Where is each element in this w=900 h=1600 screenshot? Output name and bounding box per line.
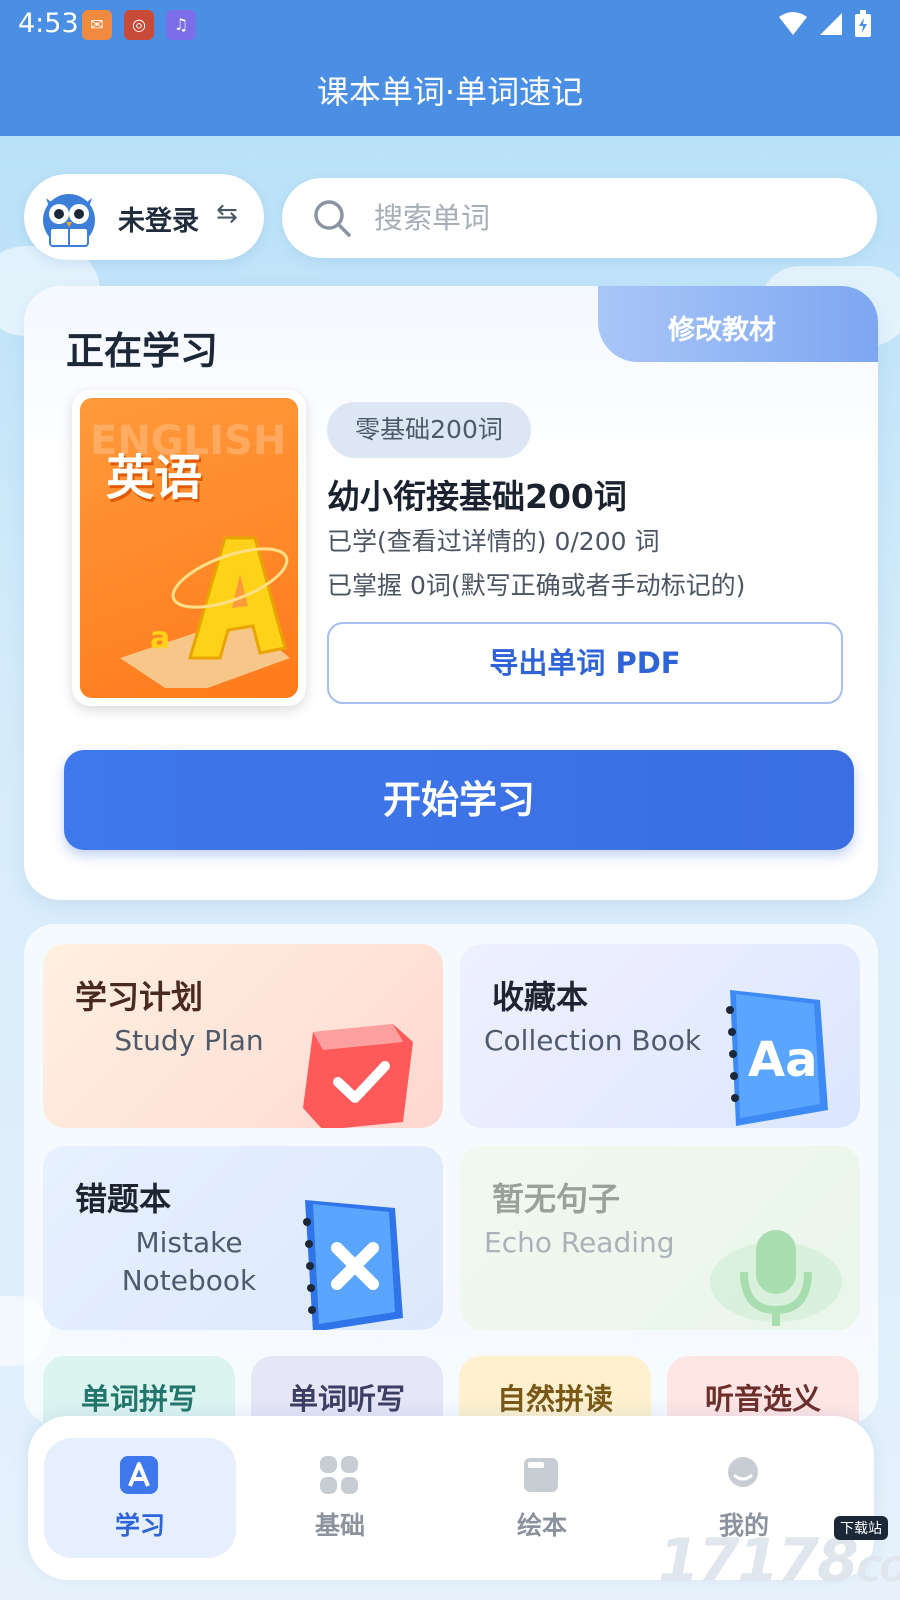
login-status-label: 未登录 <box>118 206 199 237</box>
microphone-icon <box>710 1230 842 1326</box>
status-bar: 4:53 ✉ ◎ ♫ <box>0 0 900 48</box>
profile-icon <box>728 1457 758 1487</box>
svg-text:Aa: Aa <box>748 1032 818 1088</box>
a-letter-icon <box>120 1456 158 1494</box>
battery-icon <box>855 10 871 37</box>
system-status-icons <box>778 10 872 38</box>
site-watermark-logo: 17178COM 下载站 <box>658 1512 900 1596</box>
letter-a-illustration-icon: a <box>120 536 290 688</box>
feature-title: 学习计划 <box>75 978 204 1016</box>
tab-label: 基础 <box>314 1511 365 1540</box>
book-name: 幼小衔接基础200词 <box>327 477 627 516</box>
book-icon <box>524 1458 558 1492</box>
book-cover[interactable]: ENGLISH 英语 a <box>72 390 306 706</box>
echo-reading-card[interactable]: 暂无句子 Echo Reading <box>460 1146 860 1330</box>
tab-label: 绘本 <box>516 1511 567 1540</box>
feature-subtitle: Mistake Notebook <box>121 1226 257 1297</box>
feature-subtitle: Echo Reading <box>484 1226 675 1259</box>
section-title: 正在学习 <box>66 329 219 373</box>
signal-icon <box>820 13 842 35</box>
mistake-notebook-card[interactable]: 错题本 Mistake Notebook <box>43 1146 443 1330</box>
learned-progress: 已学(查看过详情的) 0/200 词 <box>327 527 660 556</box>
swap-icon: ⇆ <box>216 199 238 229</box>
grid-icon <box>320 1456 358 1494</box>
current-study-card: 正在学习 修改教材 › ENGLISH 英语 a 零基础200词 幼小衔接基础2… <box>24 286 878 900</box>
feature-title: 暂无句子 <box>492 1180 621 1218</box>
export-pdf-button[interactable]: 导出单词 PDF <box>327 622 843 704</box>
watermark-tag: 下载站 <box>834 1516 888 1540</box>
study-plan-card[interactable]: 学习计划 Study Plan <box>43 944 443 1128</box>
svg-text:a: a <box>150 621 170 656</box>
account-switch-button[interactable]: 未登录 ⇆ <box>24 174 264 260</box>
tab-label: 学习 <box>114 1511 165 1540</box>
status-time: 4:53 <box>18 8 79 39</box>
level-badge: 零基础200词 <box>327 402 531 458</box>
book-cover-art: ENGLISH 英语 a <box>80 398 298 698</box>
search-icon <box>314 200 351 237</box>
owl-avatar-icon <box>43 194 95 247</box>
check-cube-icon <box>303 1024 413 1128</box>
chevron-right-icon: › <box>668 308 679 338</box>
feature-title: 收藏本 <box>492 978 589 1016</box>
mastered-progress: 已掌握 0词(默写正确或者手动标记的) <box>327 571 746 600</box>
feature-title: 错题本 <box>75 1180 172 1218</box>
book-cover-title: 英语 <box>106 450 203 506</box>
page-title: 课本单词·单词速记 <box>0 48 900 136</box>
aa-notebook-icon: Aa <box>726 990 828 1126</box>
tab-study[interactable]: 学习 <box>44 1438 236 1558</box>
edit-textbook-button[interactable]: 修改教材 › <box>598 286 878 362</box>
edit-textbook-label: 修改教材 <box>668 315 776 346</box>
notification-app-icon: ♫ <box>166 10 196 40</box>
wifi-icon <box>779 12 807 35</box>
start-learning-button[interactable]: 开始学习 <box>64 750 854 850</box>
search-input[interactable] <box>374 178 844 258</box>
search-bar[interactable] <box>282 178 877 258</box>
tab-basics[interactable]: 基础 <box>244 1438 436 1558</box>
notification-app-icon: ✉ <box>82 10 112 40</box>
notification-app-icon: ◎ <box>124 10 154 40</box>
x-notebook-icon <box>303 1200 403 1330</box>
feature-subtitle: Study Plan <box>114 1024 264 1057</box>
collection-book-card[interactable]: 收藏本 Collection Book Aa <box>460 944 860 1128</box>
tab-picture-book[interactable]: 绘本 <box>446 1438 638 1558</box>
